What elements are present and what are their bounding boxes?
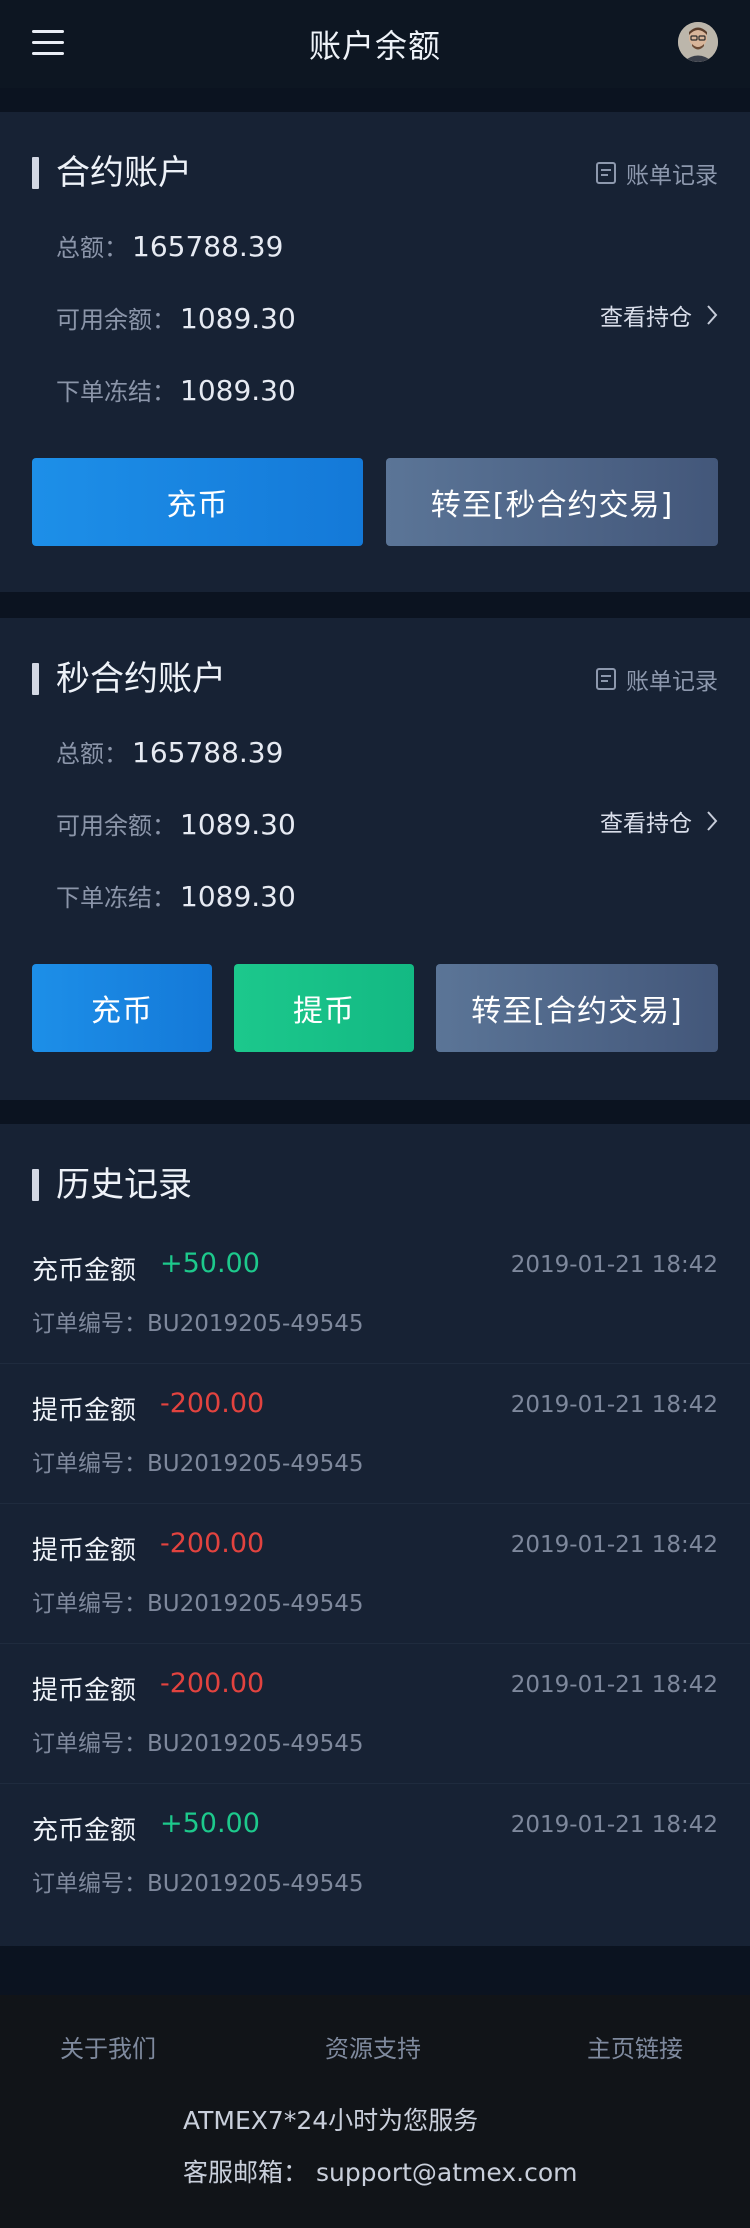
frozen-value: 1089.30 [180,880,296,913]
available-row: 可用余额： 1089.30 [56,806,296,841]
history-amount: -200.00 [160,1528,265,1559]
available-label: 可用余额： [56,812,176,840]
order-label: 订单编号： [32,1451,147,1477]
history-time: 2019-01-21 18:42 [510,1532,718,1558]
bill-record-link[interactable]: 账单记录 [596,658,718,700]
total-value: 165788.39 [132,736,284,769]
history-title: 历史记录 [56,1165,192,1205]
history-row[interactable]: 提币金额 -200.00 2019-01-21 18:42 订单编号：BU201… [0,1644,750,1784]
deposit-button[interactable]: 充币 [32,458,363,546]
available-row: 可用余额： 1089.30 [56,300,296,335]
top-header: 账户余额 [0,0,750,88]
card-title: 合约账户 [56,153,192,193]
history-time: 2019-01-21 18:42 [510,1252,718,1278]
history-card: 历史记录 充币金额 +50.00 2019-01-21 18:42 订单编号：B… [0,1124,750,1946]
history-row[interactable]: 充币金额 +50.00 2019-01-21 18:42 订单编号：BU2019… [0,1784,750,1924]
available-value: 1089.30 [180,302,296,335]
available-value: 1089.30 [180,808,296,841]
account-balance-page: 账户余额 合约账户 账单记录 总额： 165788.39 可用余额： 1089.… [0,0,750,2228]
order-number: BU2019205-49545 [147,1451,364,1477]
history-type: 充币金额 [32,1816,137,1846]
document-icon [596,162,616,184]
order-label: 订单编号： [32,1591,147,1617]
total-label: 总额： [56,234,128,262]
title-accent-bar [32,663,39,695]
frozen-value: 1089.30 [180,374,296,407]
service-hours-text: ATMEX7*24小时为您服务 [183,2106,479,2135]
contract-account-card: 合约账户 账单记录 总额： 165788.39 可用余额： 1089.30 查看… [0,112,750,592]
history-type: 提币金额 [32,1396,137,1426]
document-icon [596,668,616,690]
transfer-to-contract-button[interactable]: 转至[合约交易] [436,964,718,1052]
view-holdings-link[interactable]: 查看持仓 [600,298,718,332]
chevron-right-icon [707,811,718,831]
total-row: 总额： 165788.39 [56,734,283,769]
history-order: 订单编号：BU2019205-49545 [32,1444,364,1478]
total-label: 总额： [56,740,128,768]
footer-links: 关于我们 资源支持 主页链接 [0,2029,750,2069]
order-number: BU2019205-49545 [147,1311,364,1337]
title-accent-bar [32,157,39,189]
history-amount: -200.00 [160,1388,265,1419]
frozen-row: 下单冻结： 1089.30 [56,372,296,407]
total-row: 总额： 165788.39 [56,228,283,263]
support-email-text: 客服邮箱： support@atmex.com [183,2158,578,2187]
view-holdings-label: 查看持仓 [600,811,692,837]
history-row[interactable]: 提币金额 -200.00 2019-01-21 18:42 订单编号：BU201… [0,1504,750,1644]
history-order: 订单编号：BU2019205-49545 [32,1864,364,1898]
available-label: 可用余额： [56,306,176,334]
second-contract-account-card: 秒合约账户 账单记录 总额： 165788.39 可用余额： 1089.30 查… [0,618,750,1100]
bill-record-label: 账单记录 [626,669,718,695]
card-title: 秒合约账户 [56,659,226,699]
history-amount: +50.00 [160,1808,260,1839]
total-value: 165788.39 [132,230,284,263]
deposit-button[interactable]: 充币 [32,964,212,1052]
withdraw-button[interactable]: 提币 [234,964,414,1052]
user-avatar[interactable] [678,22,718,62]
history-amount: +50.00 [160,1248,260,1279]
history-order: 订单编号：BU2019205-49545 [32,1724,364,1758]
order-label: 订单编号： [32,1311,147,1337]
site-footer: 关于我们 资源支持 主页链接 ATMEX7*24小时为您服务 客服邮箱： sup… [0,1995,750,2228]
footer-link-homepage[interactable]: 主页链接 [587,2029,683,2064]
history-type: 提币金额 [32,1536,137,1566]
history-row[interactable]: 提币金额 -200.00 2019-01-21 18:42 订单编号：BU201… [0,1364,750,1504]
order-number: BU2019205-49545 [147,1731,364,1757]
order-label: 订单编号： [32,1871,147,1897]
frozen-label: 下单冻结： [56,884,176,912]
bill-record-link[interactable]: 账单记录 [596,152,718,194]
order-number: BU2019205-49545 [147,1871,364,1897]
history-time: 2019-01-21 18:42 [510,1392,718,1418]
transfer-to-second-contract-button[interactable]: 转至[秒合约交易] [386,458,718,546]
order-number: BU2019205-49545 [147,1591,364,1617]
order-label: 订单编号： [32,1731,147,1757]
menu-icon[interactable] [32,28,64,56]
title-accent-bar [32,1169,39,1201]
view-holdings-link[interactable]: 查看持仓 [600,804,718,838]
history-time: 2019-01-21 18:42 [510,1812,718,1838]
history-type: 提币金额 [32,1676,137,1706]
history-amount: -200.00 [160,1668,265,1699]
page-title: 账户余额 [308,27,441,65]
frozen-row: 下单冻结： 1089.30 [56,878,296,913]
history-order: 订单编号：BU2019205-49545 [32,1584,364,1618]
bill-record-label: 账单记录 [626,163,718,189]
chevron-right-icon [707,305,718,325]
history-order: 订单编号：BU2019205-49545 [32,1304,364,1338]
view-holdings-label: 查看持仓 [600,305,692,331]
footer-link-about[interactable]: 关于我们 [60,2029,156,2064]
history-time: 2019-01-21 18:42 [510,1672,718,1698]
footer-link-resources[interactable]: 资源支持 [325,2029,421,2064]
frozen-label: 下单冻结： [56,378,176,406]
history-type: 充币金额 [32,1256,137,1286]
history-row[interactable]: 充币金额 +50.00 2019-01-21 18:42 订单编号：BU2019… [0,1224,750,1364]
